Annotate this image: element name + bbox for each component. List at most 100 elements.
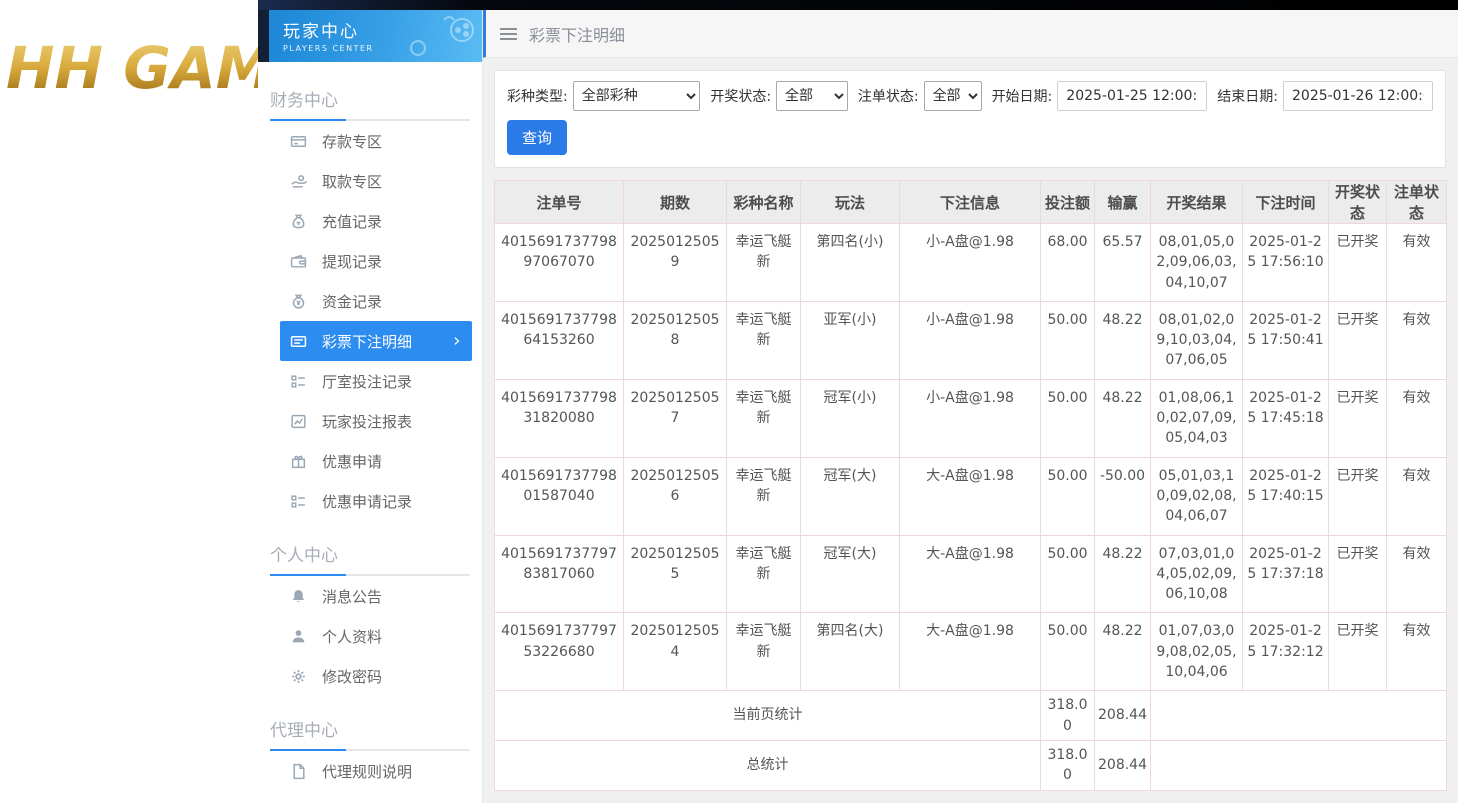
table-cell: 20250125056 <box>624 457 727 535</box>
sidebar-item[interactable]: 个人资料 <box>280 616 472 656</box>
sidebar-item-label: 修改密码 <box>322 666 382 687</box>
main-content: 彩票下注明细 彩种类型: 全部彩种 开奖状态: 全部 注单状态: 全部 开始日期… <box>482 10 1458 803</box>
column-header: 注单号 <box>495 181 624 224</box>
sidebar-item[interactable]: 存款专区 <box>280 121 472 161</box>
bets-table: 注单号期数彩种名称玩法下注信息投注额输赢开奖结果下注时间开奖状态注单状态 401… <box>494 180 1447 791</box>
table-cell: 冠军(小) <box>801 379 900 457</box>
table-cell: 48.22 <box>1095 535 1151 613</box>
summary-bet-total: 318.00 <box>1041 740 1095 790</box>
table-cell: 08,01,05,02,09,06,03,04,10,07 <box>1151 224 1243 302</box>
sidebar-item-label: 厅室投注记录 <box>322 371 412 392</box>
sidebar-item[interactable]: 厅室投注记录 <box>280 361 472 401</box>
sidebar-item[interactable]: 取款专区 <box>280 161 472 201</box>
sidebar-item[interactable]: 代理规则说明 <box>280 751 472 791</box>
column-header: 彩种名称 <box>727 181 801 224</box>
table-cell: 20250125058 <box>624 301 727 379</box>
sidebar-item[interactable]: 消息公告 <box>280 576 472 616</box>
sidebar-item-label: 取款专区 <box>322 171 382 192</box>
column-header: 期数 <box>624 181 727 224</box>
table-cell: 50.00 <box>1041 379 1095 457</box>
table-cell: 20250125055 <box>624 535 727 613</box>
table-cell: 401569173779801587040 <box>495 457 624 535</box>
sidebar-item[interactable]: 玩家投注报表 <box>280 401 472 441</box>
sidebar-item[interactable]: 资金记录 <box>280 281 472 321</box>
recharge-record-icon <box>290 213 307 230</box>
table-cell: 已开奖 <box>1329 457 1387 535</box>
sidebar-item[interactable]: 充值记录 <box>280 201 472 241</box>
table-cell: 幸运飞艇新 <box>727 613 801 691</box>
table-cell: 2025-01-25 17:37:18 <box>1243 535 1329 613</box>
summary-row: 总统计318.00208.44 <box>495 740 1447 790</box>
table-cell: 401569173779897067070 <box>495 224 624 302</box>
table-row: 40156917377975322668020250125054幸运飞艇新第四名… <box>495 613 1447 691</box>
table-cell: 401569173779864153260 <box>495 301 624 379</box>
table-cell: 已开奖 <box>1329 379 1387 457</box>
summary-empty <box>1151 691 1447 741</box>
bet-report-icon <box>290 413 307 430</box>
table-cell: 幸运飞艇新 <box>727 379 801 457</box>
query-button[interactable]: 查询 <box>507 120 567 155</box>
table-cell: 幸运飞艇新 <box>727 457 801 535</box>
summary-empty <box>1151 740 1447 790</box>
draw-status-label: 开奖状态: <box>710 86 771 106</box>
table-cell: 小-A盘@1.98 <box>900 379 1041 457</box>
table-cell: 20250125054 <box>624 613 727 691</box>
table-cell: 有效 <box>1387 613 1447 691</box>
lottery-type-select[interactable]: 全部彩种 <box>573 81 701 111</box>
sidebar-item[interactable]: 代理团队统计 <box>280 791 472 803</box>
sidebar-item[interactable]: 彩票下注明细 <box>280 321 472 361</box>
sidebar-item-label: 彩票下注明细 <box>322 331 412 352</box>
sidebar-item-label: 资金记录 <box>322 291 382 312</box>
document-icon <box>290 763 307 780</box>
table-cell: 07,03,01,04,05,02,09,06,10,08 <box>1151 535 1243 613</box>
summary-bet-total: 318.00 <box>1041 691 1095 741</box>
table-cell: 幸运飞艇新 <box>727 301 801 379</box>
end-date-input[interactable] <box>1283 81 1433 111</box>
table-cell: 48.22 <box>1095 379 1151 457</box>
table-cell: 48.22 <box>1095 613 1151 691</box>
sidebar-item-label: 玩家投注报表 <box>322 411 412 432</box>
table-cell: 小-A盘@1.98 <box>900 301 1041 379</box>
table-cell: 401569173779783817060 <box>495 535 624 613</box>
table-cell: 65.57 <box>1095 224 1151 302</box>
table-cell: 08,01,02,09,10,03,04,07,06,05 <box>1151 301 1243 379</box>
table-cell: 有效 <box>1387 301 1447 379</box>
table-cell: -50.00 <box>1095 457 1151 535</box>
bets-table-panel: 注单号期数彩种名称玩法下注信息投注额输赢开奖结果下注时间开奖状态注单状态 401… <box>494 180 1446 791</box>
lottery-bets-icon <box>290 333 307 350</box>
start-date-input[interactable] <box>1057 81 1207 111</box>
lottery-type-label: 彩种类型: <box>507 86 568 106</box>
table-cell: 幸运飞艇新 <box>727 535 801 613</box>
person-icon <box>290 628 307 645</box>
table-cell: 05,01,03,10,09,02,08,04,06,07 <box>1151 457 1243 535</box>
players-center-banner: 玩家中心 PLAYERS CENTER <box>269 10 482 62</box>
start-date-label: 开始日期: <box>992 86 1053 106</box>
sidebar-nav: 财务中心存款专区取款专区充值记录提现记录资金记录彩票下注明细厅室投注记录玩家投注… <box>258 62 482 803</box>
table-cell: 冠军(大) <box>801 457 900 535</box>
column-header: 下注信息 <box>900 181 1041 224</box>
column-header: 开奖状态 <box>1329 181 1387 224</box>
table-cell: 小-A盘@1.98 <box>900 224 1041 302</box>
sidebar-item[interactable]: 优惠申请 <box>280 441 472 481</box>
order-status-label: 注单状态: <box>858 86 919 106</box>
table-cell: 01,08,06,10,02,07,09,05,04,03 <box>1151 379 1243 457</box>
bell-icon <box>290 588 307 605</box>
table-row: 40156917377978381706020250125055幸运飞艇新冠军(… <box>495 535 1447 613</box>
gamepad-icon <box>404 14 476 62</box>
end-date-label: 结束日期: <box>1217 86 1278 106</box>
withdraw-icon <box>290 173 307 190</box>
column-header: 开奖结果 <box>1151 181 1243 224</box>
sidebar-item-label: 提现记录 <box>322 251 382 272</box>
sidebar-item[interactable]: 优惠申请记录 <box>280 481 472 521</box>
sidebar-item-label: 代理规则说明 <box>322 761 412 782</box>
sidebar-item-label: 个人资料 <box>322 626 382 647</box>
draw-status-select[interactable]: 全部 <box>776 81 848 111</box>
menu-toggle-icon[interactable] <box>500 28 517 40</box>
sidebar-item-label: 存款专区 <box>322 131 382 152</box>
content-header: 彩票下注明细 <box>482 10 1458 58</box>
order-status-select[interactable]: 全部 <box>924 81 982 111</box>
sidebar-item[interactable]: 提现记录 <box>280 241 472 281</box>
column-header: 玩法 <box>801 181 900 224</box>
sidebar-item[interactable]: 修改密码 <box>280 656 472 696</box>
table-cell: 冠军(大) <box>801 535 900 613</box>
